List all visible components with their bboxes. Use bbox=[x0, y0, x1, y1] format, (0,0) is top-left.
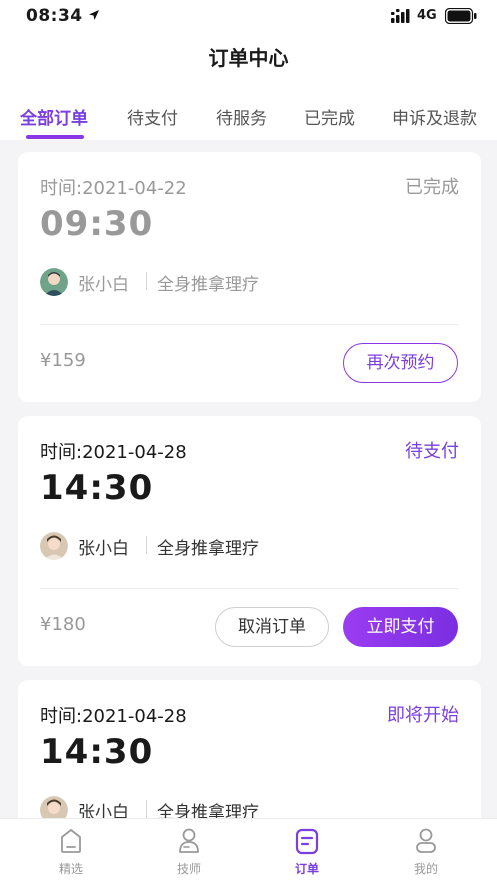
order-card[interactable]: 时间:2021-04-28 待支付 14:30 张小白 全身推拿理疗 ¥180 … bbox=[18, 416, 481, 666]
order-start-time: 14:30 bbox=[40, 732, 154, 772]
status-time: 08:34 bbox=[26, 6, 83, 26]
nav-label: 技师 bbox=[176, 862, 201, 876]
card-divider bbox=[40, 588, 459, 589]
order-date: 时间:2021-04-22 bbox=[40, 178, 187, 199]
order-price: ¥159 bbox=[40, 350, 86, 371]
order-start-time: 09:30 bbox=[40, 204, 154, 244]
nav-item-featured[interactable]: 精选 bbox=[26, 819, 116, 883]
order-card[interactable]: 时间:2021-04-22 已完成 09:30 张小白 全身推拿理疗 ¥159 … bbox=[18, 152, 481, 402]
order-date: 时间:2021-04-28 bbox=[40, 442, 187, 463]
book-again-button[interactable]: 再次预约 bbox=[343, 343, 458, 383]
technician-avatar-icon bbox=[40, 268, 68, 296]
top-bar: 08:34 4G 订单中心 全部订单 待支付 待服务 已完成 申诉及退款 bbox=[0, 0, 497, 140]
active-tab-indicator bbox=[26, 135, 84, 139]
card-divider bbox=[40, 324, 459, 325]
tab-pending-service[interactable]: 待服务 bbox=[216, 104, 267, 129]
cancel-order-button[interactable]: 取消订单 bbox=[215, 607, 329, 647]
service-name: 全身推拿理疗 bbox=[157, 275, 259, 295]
bottom-nav: 精选 技师 订单 我的 bbox=[0, 818, 497, 883]
status-bar: 08:34 4G bbox=[0, 0, 497, 34]
nav-label: 精选 bbox=[58, 862, 83, 876]
location-arrow-icon bbox=[89, 10, 99, 20]
nav-item-profile[interactable]: 我的 bbox=[381, 819, 471, 883]
nav-label: 我的 bbox=[413, 862, 438, 876]
home-icon bbox=[61, 829, 81, 853]
nav-item-technician[interactable]: 技师 bbox=[144, 819, 234, 883]
network-type: 4G bbox=[417, 8, 437, 23]
technician-avatar-icon bbox=[40, 532, 68, 560]
nav-item-orders[interactable]: 订单 bbox=[262, 819, 352, 883]
order-date: 时间:2021-04-28 bbox=[40, 706, 187, 727]
order-icon bbox=[295, 828, 319, 855]
divider bbox=[146, 800, 147, 818]
order-price: ¥180 bbox=[40, 614, 86, 635]
order-status: 即将开始 bbox=[387, 705, 459, 726]
order-start-time: 14:30 bbox=[40, 468, 154, 508]
order-card[interactable]: 时间:2021-04-28 即将开始 14:30 张小白 全身推拿理疗 bbox=[18, 680, 481, 840]
order-tabs: 全部订单 待支付 待服务 已完成 申诉及退款 bbox=[0, 104, 497, 140]
divider bbox=[146, 536, 147, 554]
signal-icon bbox=[391, 9, 410, 23]
order-status: 待支付 bbox=[405, 441, 459, 462]
tab-completed[interactable]: 已完成 bbox=[304, 104, 355, 129]
profile-icon bbox=[416, 828, 436, 853]
pay-now-button[interactable]: 立即支付 bbox=[343, 607, 458, 647]
tab-appeal-refund[interactable]: 申诉及退款 bbox=[392, 104, 477, 129]
tab-pending-payment[interactable]: 待支付 bbox=[127, 104, 178, 129]
tab-all-orders[interactable]: 全部订单 bbox=[20, 104, 88, 129]
technician-name: 张小白 bbox=[78, 539, 129, 559]
divider bbox=[146, 272, 147, 290]
page-title: 订单中心 bbox=[208, 46, 289, 70]
service-name: 全身推拿理疗 bbox=[157, 539, 259, 559]
battery-icon bbox=[445, 8, 477, 24]
technician-name: 张小白 bbox=[78, 275, 129, 295]
order-status: 已完成 bbox=[405, 177, 459, 198]
nav-label: 订单 bbox=[294, 862, 319, 876]
technician-icon bbox=[179, 828, 199, 853]
